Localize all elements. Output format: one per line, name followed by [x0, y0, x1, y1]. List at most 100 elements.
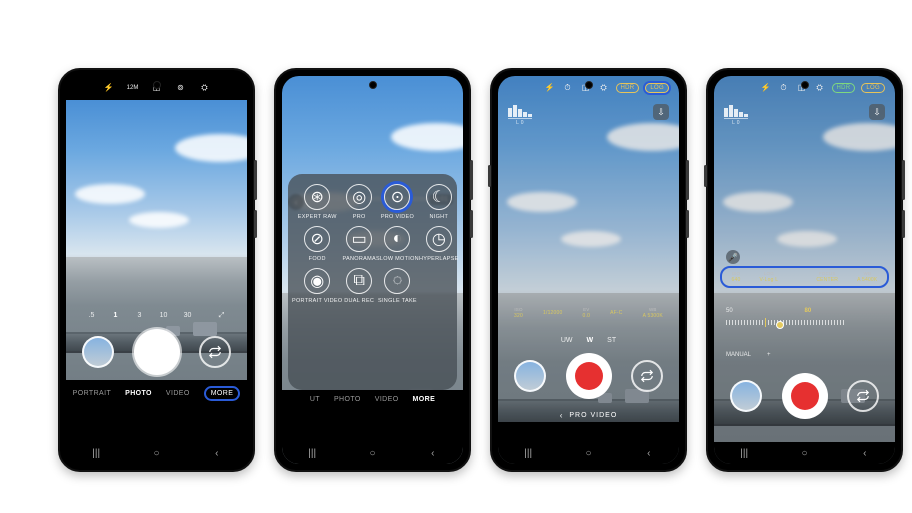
tab-add[interactable]: + [767, 352, 771, 358]
zoom-row[interactable]: .5 1 3 10 30 ⤢ [66, 312, 247, 320]
nav-back-icon[interactable]: ‹ [210, 446, 224, 460]
log-pill[interactable]: LOG [861, 83, 885, 93]
nav-recent-icon[interactable]: ||| [89, 446, 103, 460]
side-power [686, 210, 689, 238]
nav-back-icon[interactable]: ‹ [642, 446, 656, 460]
flash-icon[interactable]: ⚡ [760, 82, 772, 94]
mode-ut[interactable]: UT [310, 396, 320, 403]
mode-tile-expert-raw[interactable]: ⊛EXPERT RAW [292, 184, 342, 220]
readout-item[interactable]: 1/12000 [543, 310, 562, 316]
readout-item[interactable]: FOCUSCENTER [816, 271, 838, 282]
hdr-pill[interactable]: HDR [832, 83, 856, 93]
timer-icon[interactable]: ⏱ [562, 82, 574, 94]
side-power [254, 210, 257, 238]
slider-handle[interactable] [776, 321, 784, 329]
mode-row[interactable]: UT PHOTO VIDEO MORE [282, 390, 463, 403]
nav-home-icon[interactable]: ○ [365, 446, 379, 460]
camera-switch-icon[interactable] [631, 360, 663, 392]
mic-icon[interactable]: 🎤 [726, 250, 740, 264]
gallery-thumb[interactable] [730, 380, 762, 412]
nav-recent-icon[interactable]: ||| [737, 446, 751, 460]
readout-item[interactable]: EV0.0 [583, 307, 591, 318]
portrait-video-icon: ◉ [304, 268, 330, 294]
camera-switch-icon[interactable] [199, 336, 231, 368]
record-button[interactable] [566, 353, 612, 399]
expand-icon[interactable]: ⤢ [216, 312, 228, 320]
nav-back-icon[interactable]: ‹ [426, 446, 440, 460]
settings-icon[interactable]: ⛭ [814, 82, 826, 94]
mode-row[interactable]: PORTRAIT PHOTO VIDEO MORE [66, 380, 247, 401]
mode-tile-single-take[interactable]: ◌SINGLE TAKE [376, 268, 419, 304]
nav-bar[interactable]: ||| ○ ‹ [66, 446, 247, 460]
mode-portrait[interactable]: PORTRAIT [73, 390, 111, 397]
readout-item[interactable]: LOGV-Log L [760, 271, 779, 282]
timer-icon[interactable]: ⏱ [778, 82, 790, 94]
pro-video-title[interactable]: ‹ PRO VIDEO [498, 411, 679, 420]
nav-home-icon[interactable]: ○ [581, 446, 595, 460]
hdr-pill[interactable]: HDR [616, 83, 640, 93]
mode-tile-slow-motion[interactable]: ◐SLOW MOTION [376, 226, 419, 262]
lens-w[interactable]: W [587, 337, 594, 344]
record-button[interactable] [782, 373, 828, 419]
flash-icon[interactable]: ⚡ [544, 82, 556, 94]
mode-more[interactable]: MORE [413, 396, 436, 403]
mode-tile-hyperlapse[interactable]: ◷HYPERLAPSE [419, 226, 459, 262]
readout-item[interactable]: WBA 5300K [643, 307, 663, 318]
comparison-stage: { "phone1": { "top": {"flash":"⚡","mp":"… [0, 0, 912, 513]
mode-video[interactable]: VIDEO [375, 396, 399, 403]
mode-tile-dual-rec[interactable]: ⧉DUAL REC [342, 268, 375, 304]
nav-bar[interactable]: ||| ○ ‹ [714, 446, 895, 460]
mode-tile-panorama[interactable]: ▭PANORAMA [342, 226, 375, 262]
nav-home-icon[interactable]: ○ [797, 446, 811, 460]
mode-more[interactable]: MORE [204, 386, 241, 401]
readout-item[interactable]: AF-C [610, 310, 622, 316]
pro-readout[interactable]: ISO640 LOGV-Log L FOCUSCENTER WBA 5400K [720, 266, 889, 288]
zoom-30[interactable]: 30 [182, 312, 194, 320]
readout-item[interactable]: WBA 5400K [857, 271, 877, 282]
mode-tile-food[interactable]: ⊘FOOD [292, 226, 342, 262]
nav-back-icon[interactable]: ‹ [858, 446, 872, 460]
camera-switch-icon[interactable] [847, 380, 879, 412]
lens-row[interactable]: UW W ST [498, 337, 679, 344]
zoom-3[interactable]: 3 [134, 312, 146, 320]
single-take-icon: ◌ [384, 268, 410, 294]
log-pill[interactable]: LOG [645, 83, 669, 93]
gallery-thumb[interactable] [82, 336, 114, 368]
nav-bar[interactable]: ||| ○ ‹ [282, 446, 463, 460]
tab-manual[interactable]: MANUAL [726, 352, 751, 358]
mode-tile-night[interactable]: ☾NIGHT [419, 184, 459, 220]
readout-item[interactable]: ISO320 [514, 307, 523, 318]
mode-tile-pro[interactable]: ◎PRO [342, 184, 375, 220]
mode-photo[interactable]: PHOTO [125, 390, 152, 397]
pro-video-icon: ⊙ [384, 184, 410, 210]
download-icon[interactable]: ⇩ [653, 104, 669, 120]
nav-bar[interactable]: ||| ○ ‹ [498, 446, 679, 460]
lens-st[interactable]: ST [607, 337, 616, 344]
mode-tile-portrait-video[interactable]: ◉PORTRAIT VIDEO [292, 268, 342, 304]
mode-photo[interactable]: PHOTO [334, 396, 361, 403]
iso-slider[interactable]: 50 80 [726, 308, 883, 338]
shutter-button[interactable] [134, 329, 180, 375]
motion-icon[interactable]: ⊚ [175, 82, 187, 94]
mp-toggle[interactable]: 12M [127, 82, 139, 94]
pro-readout[interactable]: ISO320 1/12000 EV0.0 AF-C WBA 5300K [504, 304, 673, 322]
mode-video[interactable]: VIDEO [166, 390, 190, 397]
nav-home-icon[interactable]: ○ [149, 446, 163, 460]
readout-item[interactable]: ISO640 [732, 271, 741, 282]
panorama-icon: ▭ [346, 226, 372, 252]
lens-uw[interactable]: UW [561, 337, 573, 344]
chevron-left-icon: ‹ [560, 411, 564, 420]
viewfinder[interactable] [498, 76, 679, 464]
nav-recent-icon[interactable]: ||| [521, 446, 535, 460]
zoom-0.5[interactable]: .5 [86, 312, 98, 320]
settings-icon[interactable]: ⛭ [199, 82, 211, 94]
gallery-thumb[interactable] [514, 360, 546, 392]
mode-tile-pro-video[interactable]: ⊙PRO VIDEO [376, 184, 419, 220]
manual-tabs[interactable]: MANUAL + [726, 352, 771, 358]
zoom-10[interactable]: 10 [158, 312, 170, 320]
zoom-1[interactable]: 1 [110, 312, 122, 320]
nav-recent-icon[interactable]: ||| [305, 446, 319, 460]
download-icon[interactable]: ⇩ [869, 104, 885, 120]
settings-icon[interactable]: ⛭ [598, 82, 610, 94]
flash-icon[interactable]: ⚡ [103, 82, 115, 94]
